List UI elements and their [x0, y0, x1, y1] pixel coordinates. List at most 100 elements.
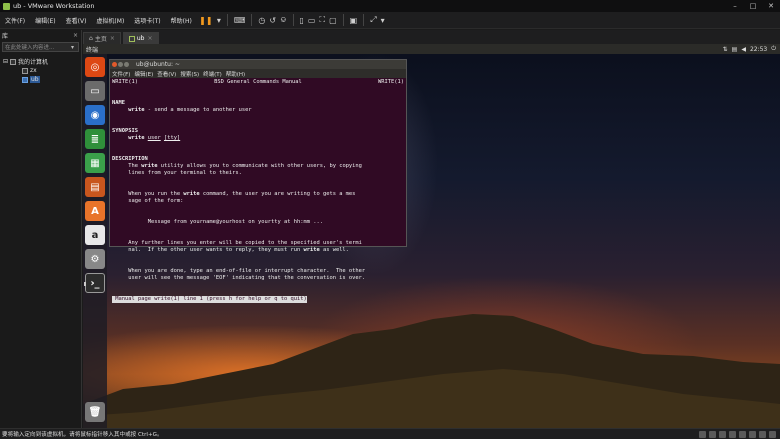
terminal-output[interactable]: WRITE(1) BSD General Commands Manual WRITE…: [110, 78, 406, 304]
files-icon[interactable]: ▭: [85, 81, 105, 101]
window-controls: – □ ✕: [726, 0, 780, 12]
revert-snapshot-icon[interactable]: ↺: [269, 14, 276, 26]
device-icons: [696, 431, 776, 438]
tab-ub[interactable]: ub ×: [122, 32, 159, 44]
console-icon[interactable]: ▣: [350, 14, 358, 26]
synopsis-line: write user [tty]: [112, 135, 404, 142]
guest-desktop[interactable]: 终端 ⇅ ▤ ◀ 22:53 ⏻ ◎ ▭ ◉ ≣ ▦ ▤ A a ⚙ ›_ 🗑: [83, 44, 780, 428]
network-icon[interactable]: ⇅: [723, 46, 728, 53]
stretch-icon[interactable]: ⤢: [370, 14, 376, 26]
desc-text: nal. If the other user wants to reply, t…: [112, 247, 304, 253]
software-center-icon[interactable]: A: [85, 201, 105, 221]
hard-disk-icon[interactable]: [699, 431, 706, 438]
toolbar-separator: [363, 14, 365, 26]
unity-icon[interactable]: ▢: [329, 14, 337, 26]
menu-edit[interactable]: 编辑(E): [30, 16, 60, 25]
vm-icon: [128, 35, 135, 42]
network-adapter-icon[interactable]: [719, 431, 726, 438]
menu-file[interactable]: 文件(F): [0, 16, 30, 25]
thumbnail-icon[interactable]: ▭: [308, 14, 316, 26]
vmware-app-icon: [3, 2, 10, 10]
usb-icon[interactable]: [729, 431, 736, 438]
library-tree: ⊟ 我的计算机 zx ub: [0, 53, 81, 84]
desc-line: Message from yourname@yourhost on yourtt…: [112, 219, 323, 225]
terminal-menu-view[interactable]: 查看(V): [155, 70, 178, 78]
snapshot-manager-icon[interactable]: ⎉: [280, 14, 286, 26]
display-icon[interactable]: [759, 431, 766, 438]
tree-item-zx[interactable]: zx: [0, 66, 81, 75]
terminal-icon[interactable]: ›_: [84, 273, 105, 293]
dash-icon[interactable]: ◎: [85, 57, 105, 77]
close-icon[interactable]: ✕: [762, 0, 780, 12]
tab-label: ub: [136, 35, 145, 42]
tree-item-label: 我的计算机: [18, 59, 49, 66]
desc-line: The write utility allows you to communic…: [112, 163, 404, 170]
desc-cmd: write: [183, 191, 200, 197]
terminal-window[interactable]: ub@ubuntu: ~ 文件(F) 编辑(E) 查看(V) 搜索(S) 终端(…: [109, 59, 407, 303]
collapse-icon[interactable]: ⊟: [3, 58, 8, 65]
synopsis-arg-user: user: [147, 135, 161, 141]
cd-drive-icon[interactable]: [709, 431, 716, 438]
home-icon: ⌂: [89, 35, 93, 42]
settings-gear-icon[interactable]: ⚙: [85, 249, 105, 269]
terminal-menu-terminal[interactable]: 终端(T): [201, 70, 224, 78]
active-app-title: 终端: [86, 46, 99, 54]
terminal-menu-edit[interactable]: 编辑(E): [132, 70, 155, 78]
minimize-icon[interactable]: –: [726, 0, 744, 12]
toolbar-separator: [292, 14, 294, 26]
trash-icon[interactable]: 🗑: [85, 402, 105, 422]
menu-tabs[interactable]: 选项卡(T): [129, 16, 165, 25]
tree-item-ub[interactable]: ub: [0, 75, 81, 84]
libreoffice-impress-icon[interactable]: ▤: [85, 177, 105, 197]
status-message: 要将输入定向到该虚拟机，请将鼠标指针移入其中或按 Ctrl+G。: [2, 432, 163, 438]
synopsis-arg-tty: [tty]: [163, 135, 181, 141]
snapshot-icon[interactable]: ◷: [258, 14, 265, 26]
menu-view[interactable]: 查看(V): [61, 16, 92, 25]
menu-help[interactable]: 帮助(H): [166, 16, 197, 25]
terminal-menu-help[interactable]: 帮助(H): [224, 70, 247, 78]
minimize-icon[interactable]: [118, 62, 123, 67]
send-keys-icon[interactable]: ⌨: [234, 14, 246, 26]
printer-icon[interactable]: [749, 431, 756, 438]
vm-tabs: ⌂ 主页 × ub ×: [83, 30, 780, 44]
close-icon[interactable]: [112, 62, 117, 67]
tab-close-icon[interactable]: ×: [110, 35, 115, 42]
desc-text: as well.: [319, 247, 349, 253]
tab-home[interactable]: ⌂ 主页 ×: [83, 32, 121, 44]
man-header: WRITE(1) BSD General Commands Manual WRITE…: [112, 79, 404, 86]
amazon-icon[interactable]: a: [85, 225, 105, 245]
terminal-title: ub@ubuntu: ~: [136, 61, 180, 68]
power-icon[interactable]: ⏻: [771, 45, 776, 53]
menu-vm[interactable]: 虚拟机(M): [91, 16, 129, 25]
libreoffice-calc-icon[interactable]: ▦: [85, 153, 105, 173]
full-screen-icon[interactable]: ⛶: [319, 14, 325, 26]
library-search-input[interactable]: 在此处键入内容进... ▾: [2, 42, 79, 52]
man-header-right: WRITE(1): [378, 79, 404, 85]
tree-item-my-computer[interactable]: ⊟ 我的计算机: [0, 57, 81, 66]
window-titlebar: ub - VMware Workstation – □ ✕: [0, 0, 780, 12]
sound-card-icon[interactable]: [739, 431, 746, 438]
clock[interactable]: 22:53: [750, 46, 767, 53]
maximize-icon[interactable]: [124, 62, 129, 67]
terminal-menu-search[interactable]: 搜索(S): [178, 70, 201, 78]
chevron-down-icon[interactable]: ▾: [71, 44, 78, 51]
libreoffice-writer-icon[interactable]: ≣: [85, 129, 105, 149]
terminal-titlebar: ub@ubuntu: ~: [110, 60, 406, 69]
tab-close-icon[interactable]: ×: [147, 35, 152, 42]
status-bar: 要将输入定向到该虚拟机，请将鼠标指针移入其中或按 Ctrl+G。: [0, 428, 780, 439]
running-indicator: [84, 282, 86, 286]
volume-icon[interactable]: ◀: [741, 46, 746, 53]
maximize-icon[interactable]: □: [744, 0, 762, 12]
show-library-icon[interactable]: ▯: [300, 14, 304, 26]
dropdown-icon[interactable]: ▾: [217, 14, 221, 26]
section-synopsis: SYNOPSIS: [112, 128, 138, 134]
pause-icon[interactable]: ❚❚: [199, 14, 213, 26]
vm-icon: [22, 67, 28, 74]
terminal-menu-file[interactable]: 文件(F): [110, 70, 132, 78]
desc-line: lines from your terminal to theirs.: [112, 170, 242, 176]
stretch-dropdown-icon[interactable]: ▾: [381, 14, 385, 26]
message-icon[interactable]: [769, 431, 776, 438]
firefox-icon[interactable]: ◉: [85, 105, 105, 125]
input-method-icon[interactable]: ▤: [732, 46, 738, 53]
library-close-icon[interactable]: ×: [73, 32, 81, 39]
